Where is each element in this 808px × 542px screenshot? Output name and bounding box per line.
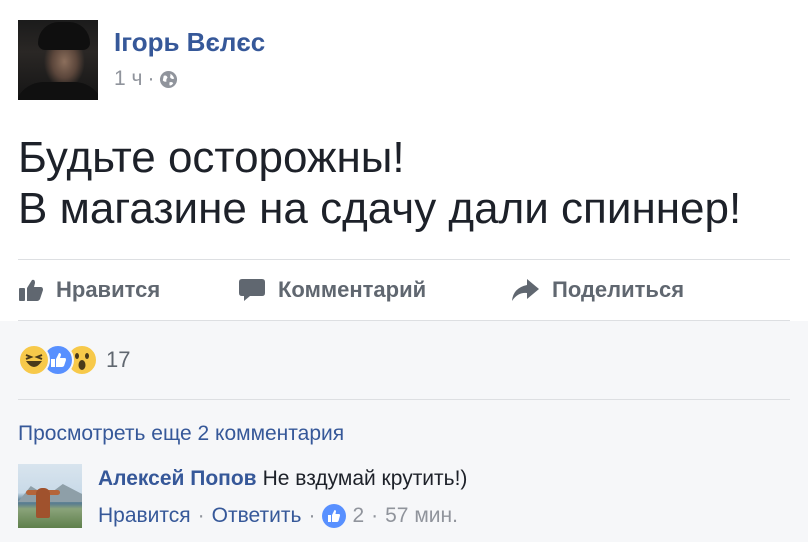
like-button[interactable]: Нравится	[18, 262, 160, 318]
reactions-summary[interactable]: 17	[18, 343, 130, 377]
comment-bubble-icon	[239, 279, 265, 301]
action-bar-divider-bottom	[18, 320, 790, 321]
post-meta: 1 ч ·	[114, 67, 178, 91]
post-author-name[interactable]: Ігорь Вєлєс	[114, 27, 265, 58]
comment-meta-separator: ·	[308, 504, 316, 527]
action-bar: Нравится Комментарий Поделиться	[0, 262, 808, 318]
author-avatar[interactable]	[18, 20, 98, 100]
comment-like-count-icon[interactable]	[322, 504, 347, 528]
globe-icon[interactable]	[159, 70, 178, 89]
share-button[interactable]: Поделиться	[510, 262, 684, 318]
avatar-person	[36, 488, 50, 518]
commenter-avatar[interactable]	[18, 464, 82, 528]
comments-divider	[18, 399, 790, 400]
haha-reaction-icon	[18, 344, 50, 376]
comment-meta-separator: ·	[371, 504, 379, 527]
action-bar-divider-top	[18, 259, 790, 260]
like-button-label: Нравится	[56, 277, 161, 302]
facebook-post: Ігорь Вєлєс 1 ч · Будьте осторожны! В ма…	[0, 0, 808, 542]
comment-like-link[interactable]: Нравится	[98, 504, 191, 528]
share-button-label: Поделиться	[552, 277, 685, 302]
avatar-hair	[38, 22, 90, 50]
comment-like-count[interactable]: 2	[352, 504, 364, 528]
post-text: Будьте осторожны! В магазине на сдачу да…	[18, 132, 798, 234]
post-time[interactable]: 1 ч	[114, 67, 142, 91]
reactions-count[interactable]: 17	[106, 347, 130, 373]
comment-time[interactable]: 57 мин.	[385, 504, 458, 528]
comment-reply-link[interactable]: Ответить	[212, 504, 302, 528]
share-arrow-icon	[512, 279, 539, 301]
comment-author-name[interactable]: Алексей Попов	[98, 467, 257, 490]
meta-separator: ·	[147, 67, 155, 90]
avatar-shoulder	[18, 82, 98, 100]
comment-meta: Нравится · Ответить · 2 · 57 мин.	[98, 503, 458, 529]
comment-button-label: Комментарий	[278, 277, 427, 302]
thumbs-up-icon	[19, 279, 43, 301]
comment-body: Алексей Попов Не вздумай крутить!)	[98, 467, 467, 491]
comment-text: Не вздумай крутить!)	[262, 467, 468, 490]
comment-meta-separator: ·	[197, 504, 205, 527]
comment-button[interactable]: Комментарий	[238, 262, 426, 318]
post-text-line-1: Будьте осторожны!	[18, 133, 405, 182]
view-more-comments-link[interactable]: Просмотреть еще 2 комментария	[18, 422, 344, 446]
post-text-line-2: В магазине на сдачу дали спиннер!	[18, 184, 742, 233]
